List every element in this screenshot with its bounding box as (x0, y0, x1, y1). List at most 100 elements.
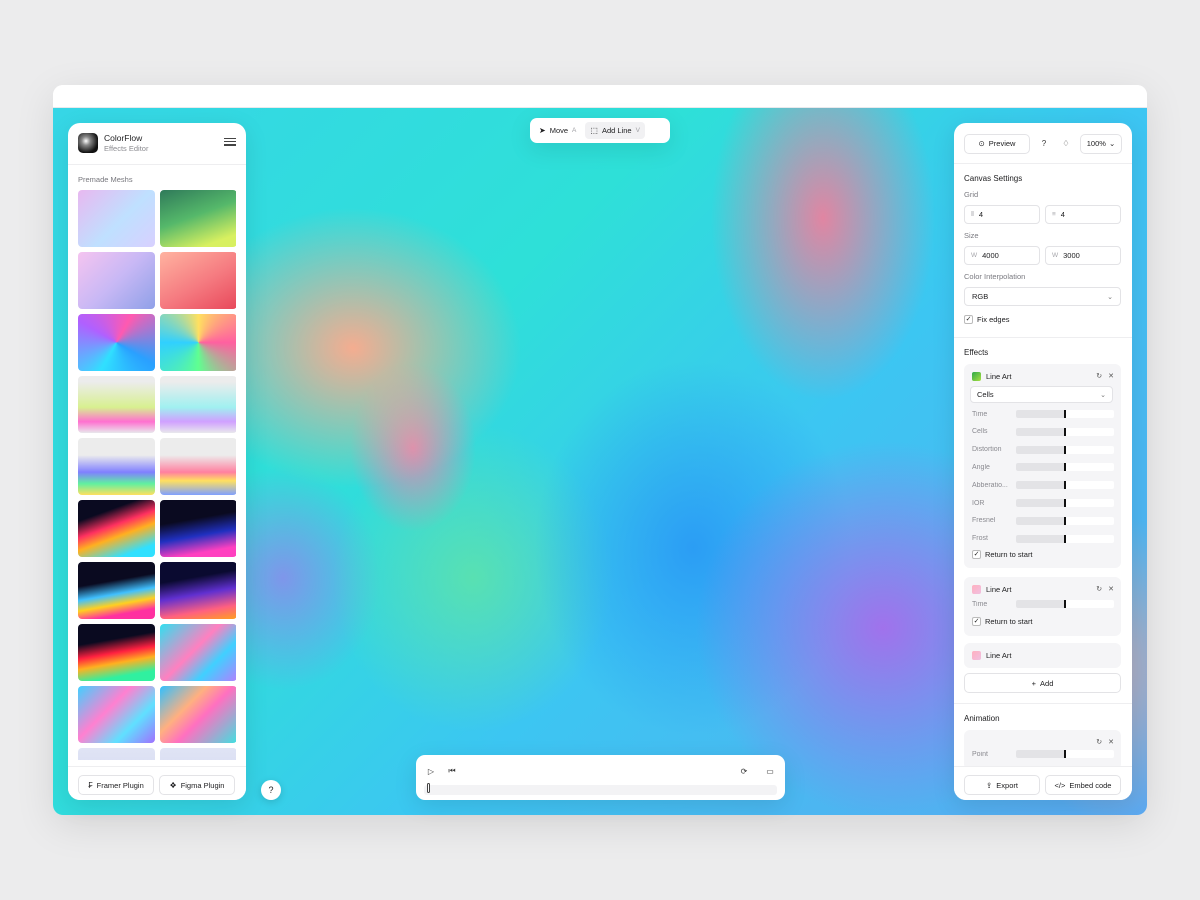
mesh-thumbnail[interactable] (160, 748, 236, 760)
reset-icon[interactable]: ↻ (1096, 372, 1102, 380)
mesh-thumbnail[interactable] (78, 314, 155, 371)
add-effect-button[interactable]: + Add (964, 673, 1121, 693)
mesh-thumbnail[interactable] (160, 686, 236, 743)
mesh-thumbnail[interactable] (78, 376, 155, 433)
param-slider[interactable] (1016, 427, 1114, 436)
divider (68, 164, 246, 165)
param-row: Time (972, 599, 1114, 609)
right-panel-header: ⊙ Preview ? ♢ 100% ⌄ (964, 133, 1122, 154)
mesh-thumbnail[interactable] (160, 190, 236, 247)
embed-code-button[interactable]: </> Embed code (1045, 775, 1121, 795)
fix-edges-label: Fix edges (977, 315, 1010, 324)
height-input[interactable]: W 3000 (1045, 246, 1121, 265)
slider-thumb[interactable] (1064, 516, 1066, 525)
figma-plugin-button[interactable]: ❖ Figma Plugin (159, 775, 235, 795)
param-slider[interactable] (1016, 516, 1114, 525)
param-row: Cells (972, 427, 1114, 437)
play-icon[interactable]: ▷ (424, 764, 438, 778)
playhead-handle[interactable] (427, 783, 430, 793)
close-icon[interactable]: ✕ (1108, 585, 1114, 593)
help-icon[interactable]: ? (1036, 134, 1052, 154)
param-slider[interactable] (1016, 750, 1114, 758)
close-icon[interactable]: ✕ (1108, 372, 1114, 380)
left-panel: ColorFlow Effects Editor Premade Meshs ₣… (68, 123, 246, 800)
cursor-arrow-icon: ➤ (539, 126, 546, 135)
mesh-thumbnail[interactable] (78, 500, 155, 557)
param-slider[interactable] (1016, 499, 1114, 507)
slider-thumb[interactable] (1064, 600, 1066, 608)
mesh-grid (78, 190, 236, 760)
move-tool-button[interactable]: ➤ Move A (534, 122, 581, 139)
param-label: Cells (972, 428, 988, 436)
skip-to-start-icon[interactable]: ⏮ (445, 764, 459, 778)
param-label: Frost (972, 535, 988, 543)
mesh-thumbnail[interactable] (160, 500, 236, 557)
param-label: Time (972, 600, 988, 608)
hamburger-menu-icon[interactable] (224, 138, 236, 148)
export-button[interactable]: ⇪ Export (964, 775, 1040, 795)
mesh-thumbnail[interactable] (160, 252, 236, 309)
reset-icon[interactable]: ↻ (1096, 585, 1102, 593)
fix-edges-checkbox[interactable]: ✓ Fix edges (964, 315, 1010, 324)
mesh-thumbnail[interactable] (160, 438, 236, 495)
slider-thumb[interactable] (1064, 534, 1066, 543)
divider (954, 337, 1132, 338)
param-slider[interactable] (1016, 600, 1114, 608)
grid-columns-input[interactable]: ⦀ 4 (964, 205, 1040, 224)
slider-thumb[interactable] (1064, 463, 1066, 472)
slider-thumb[interactable] (1064, 410, 1066, 418)
mesh-thumbnail[interactable] (78, 438, 155, 495)
param-slider[interactable] (1016, 534, 1114, 543)
grid-rows-input[interactable]: ≡ 4 (1045, 205, 1121, 224)
effect-mode-select[interactable]: Cells ⌄ (970, 386, 1113, 403)
mesh-thumbnail[interactable] (78, 686, 155, 743)
app-subtitle: Effects Editor (104, 144, 149, 153)
mesh-thumbnail[interactable] (160, 624, 236, 681)
param-slider[interactable] (1016, 463, 1114, 472)
app-name: ColorFlow (104, 133, 143, 143)
slider-fill (1016, 750, 1065, 758)
mesh-thumbnail[interactable] (78, 190, 155, 247)
mesh-thumbnail[interactable] (78, 252, 155, 309)
mesh-thumbnail[interactable] (78, 624, 155, 681)
close-icon[interactable]: ✕ (1108, 738, 1114, 746)
zoom-select[interactable]: 100% ⌄ (1080, 133, 1122, 154)
param-label: IOR (972, 499, 985, 507)
slider-thumb[interactable] (1064, 481, 1066, 490)
mesh-thumbnail[interactable] (160, 376, 236, 433)
mesh-thumbnail[interactable] (78, 562, 155, 619)
slider-thumb[interactable] (1064, 445, 1066, 454)
chevron-down-icon: ⌄ (1100, 391, 1106, 399)
mesh-thumbnail[interactable] (160, 314, 236, 371)
reset-icon[interactable]: ↻ (1096, 738, 1102, 746)
chevron-down-icon: ⌄ (1107, 293, 1113, 301)
param-row: Fresnel (972, 516, 1114, 526)
help-button[interactable]: ? (261, 780, 281, 800)
lightbulb-icon[interactable]: ♢ (1058, 134, 1074, 154)
param-slider[interactable] (1016, 481, 1114, 490)
param-row: Distortion (972, 445, 1114, 455)
param-row: IOR (972, 498, 1114, 508)
mesh-thumbnail[interactable] (160, 562, 236, 619)
effect-swatch (972, 372, 981, 381)
loop-icon[interactable]: ⟳ (737, 764, 751, 778)
slider-thumb[interactable] (1064, 499, 1066, 507)
slider-thumb[interactable] (1064, 427, 1066, 436)
brand: ColorFlow Effects Editor (78, 133, 148, 153)
timeline-track[interactable] (424, 783, 777, 795)
add-line-tool-button[interactable]: ⬚ Add Line V (585, 122, 645, 139)
preview-button[interactable]: ⊙ Preview (964, 133, 1030, 154)
return-to-start-checkbox[interactable]: ✓ Return to start (972, 617, 1033, 626)
mesh-thumbnail[interactable] (78, 748, 155, 760)
param-slider[interactable] (1016, 410, 1114, 418)
return-to-start-checkbox[interactable]: ✓ Return to start (972, 550, 1033, 559)
panel-toggle-icon[interactable]: ▭ (763, 764, 777, 778)
param-row: Abberatio... (972, 480, 1114, 490)
color-interpolation-select[interactable]: RGB ⌄ (964, 287, 1121, 306)
effect-card-3[interactable]: Line Art (964, 643, 1121, 668)
width-input[interactable]: W 4000 (964, 246, 1040, 265)
effects-title: Effects (964, 348, 989, 357)
slider-thumb[interactable] (1064, 750, 1066, 758)
param-slider[interactable] (1016, 445, 1114, 454)
framer-plugin-button[interactable]: ₣ Framer Plugin (78, 775, 154, 795)
